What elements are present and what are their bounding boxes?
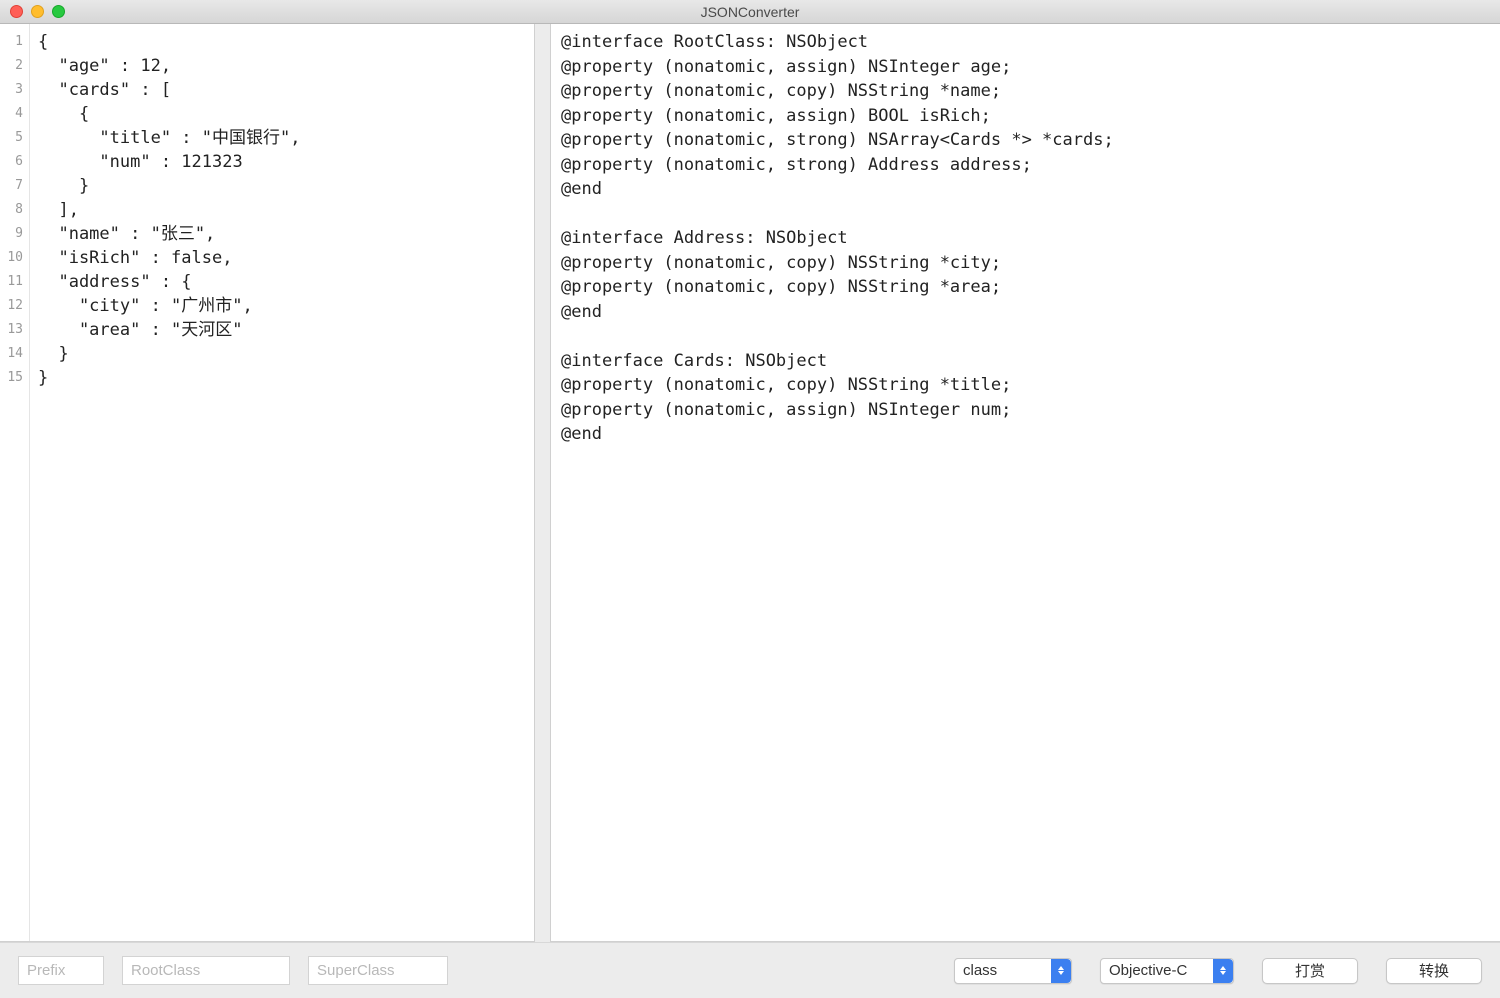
type-select[interactable]: class [954, 958, 1072, 984]
line-number: 9 [0, 222, 29, 246]
language-select[interactable]: Objective-C [1100, 958, 1234, 984]
line-number: 7 [0, 174, 29, 198]
line-number: 14 [0, 342, 29, 366]
line-number: 4 [0, 102, 29, 126]
convert-button[interactable]: 转换 [1386, 958, 1482, 984]
panel-divider [535, 24, 550, 942]
line-number: 11 [0, 270, 29, 294]
reward-button[interactable]: 打赏 [1262, 958, 1358, 984]
line-number: 13 [0, 318, 29, 342]
line-number: 12 [0, 294, 29, 318]
line-number: 2 [0, 54, 29, 78]
code-output-panel[interactable]: @interface RootClass: NSObject @property… [550, 24, 1500, 942]
json-input-panel: 123456789101112131415 { "age" : 12, "car… [0, 24, 535, 942]
superclass-input[interactable] [308, 956, 448, 985]
line-number: 8 [0, 198, 29, 222]
main-area: 123456789101112131415 { "age" : 12, "car… [0, 24, 1500, 942]
traffic-lights [0, 5, 65, 18]
json-editor[interactable]: { "age" : 12, "cards" : [ { "title" : "中… [30, 24, 534, 941]
zoom-window-button[interactable] [52, 5, 65, 18]
type-select-wrap: class [954, 958, 1072, 984]
titlebar: JSONConverter [0, 0, 1500, 24]
rootclass-input[interactable] [122, 956, 290, 985]
line-number-gutter: 123456789101112131415 [0, 24, 30, 941]
bottom-toolbar: class Objective-C 打赏 转换 [0, 942, 1500, 998]
prefix-input[interactable] [18, 956, 104, 985]
line-number: 15 [0, 366, 29, 390]
line-number: 1 [0, 30, 29, 54]
window-title: JSONConverter [701, 4, 800, 20]
close-window-button[interactable] [10, 5, 23, 18]
line-number: 3 [0, 78, 29, 102]
minimize-window-button[interactable] [31, 5, 44, 18]
line-number: 10 [0, 246, 29, 270]
line-number: 5 [0, 126, 29, 150]
line-number: 6 [0, 150, 29, 174]
language-select-wrap: Objective-C [1100, 958, 1234, 984]
